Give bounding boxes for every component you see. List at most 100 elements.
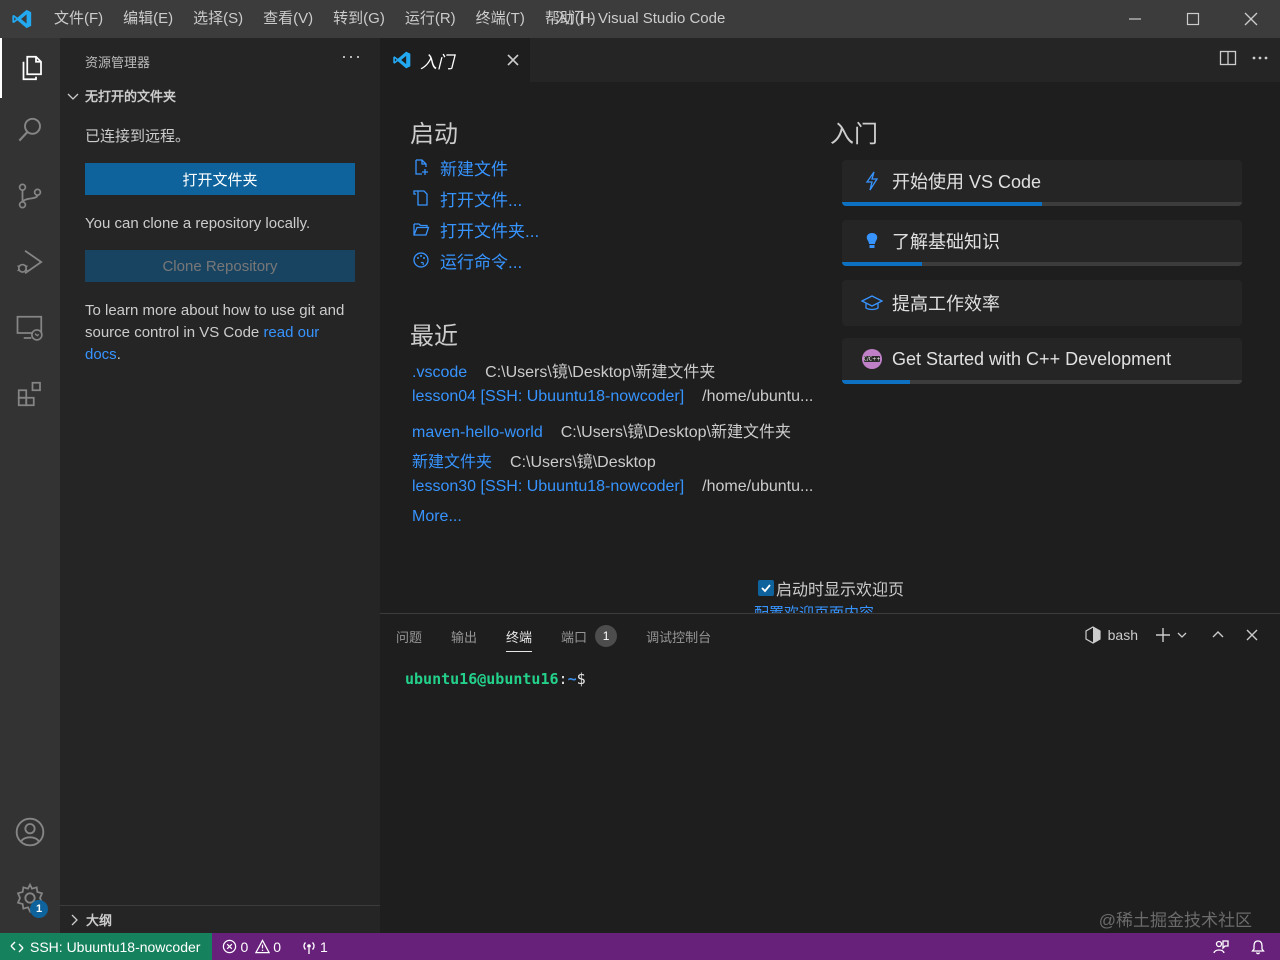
recent-item[interactable]: lesson30 [SSH: Ubuuntu18-nowcoder] /home/… (412, 478, 813, 500)
problems-indicator[interactable]: 0 0 (212, 939, 291, 955)
close-panel-icon[interactable] (1244, 627, 1260, 643)
remote-explorer-activity-button[interactable] (0, 298, 60, 358)
settings-badge: 1 (30, 900, 48, 918)
outline-title: 大纲 (86, 913, 113, 928)
learn-text: To learn more about how to use git and s… (85, 300, 355, 366)
menu-selection[interactable]: 选择(S) (183, 0, 253, 38)
plus-icon[interactable] (1154, 626, 1172, 644)
error-count: 0 (240, 938, 249, 955)
remote-shell-icon (1085, 626, 1101, 644)
shell-name: bash (1107, 627, 1138, 643)
walkthrough-card[interactable]: 提高工作效率 (842, 280, 1242, 326)
run-command-link[interactable]: 运行命令... (410, 248, 522, 272)
minimize-icon (1129, 18, 1141, 20)
remote-label: SSH: Ubuuntu18-nowcoder (30, 938, 201, 955)
remote-indicator[interactable]: SSH: Ubuuntu18-nowcoder (0, 933, 213, 960)
status-right (1212, 933, 1266, 960)
recent-name[interactable]: lesson04 [SSH: Ubuuntu18-nowcoder] (412, 388, 684, 405)
extensions-activity-button[interactable] (0, 364, 60, 424)
explorer-sidebar: 资源管理器 ··· 无打开的文件夹 已连接到远程。 打开文件夹 You can … (60, 38, 380, 933)
minimize-button[interactable] (1106, 0, 1164, 38)
window-controls (1106, 0, 1280, 38)
open-folder-button[interactable]: 打开文件夹 (85, 163, 355, 195)
new-file-link[interactable]: 新建文件 (410, 155, 508, 179)
recent-name[interactable]: lesson30 [SSH: Ubuuntu18-nowcoder] (412, 478, 684, 495)
ports-count: 1 (320, 938, 328, 955)
more-recent-link[interactable]: More... (412, 508, 462, 530)
recent-path: C:\Users\镜\Desktop\新建文件夹 (485, 364, 716, 381)
menu-terminal[interactable]: 终端(T) (466, 0, 535, 38)
more-label[interactable]: More... (412, 508, 462, 525)
source-control-activity-button[interactable] (0, 166, 60, 226)
tab-output[interactable]: 输出 (451, 614, 477, 658)
menu-file[interactable]: 文件(F) (44, 0, 113, 38)
explorer-activity-button[interactable] (0, 38, 60, 98)
feedback-icon[interactable] (1212, 938, 1230, 956)
configure-welcome-link[interactable]: 配置欢迎页面内容 (754, 602, 874, 613)
search-icon (18, 117, 41, 142)
menu-run[interactable]: 运行(R) (395, 0, 466, 38)
check-icon (761, 584, 771, 593)
clone-text: You can clone a repository locally. (85, 215, 311, 232)
folder-icon (410, 219, 432, 239)
more-actions-icon[interactable] (1250, 48, 1270, 68)
svg-text:C/C++: C/C++ (863, 357, 880, 363)
maximize-icon (1186, 12, 1200, 26)
activity-bar: 1 (0, 38, 60, 933)
sidebar-more-button[interactable]: ··· (341, 46, 362, 67)
recent-item[interactable]: 新建文件夹 C:\Users\镜\Desktop (412, 448, 656, 471)
ports-indicator[interactable]: 1 (291, 939, 338, 955)
tab-problems[interactable]: 问题 (396, 614, 422, 658)
remote-icon (10, 941, 24, 952)
recent-name[interactable]: maven-hello-world (412, 424, 543, 441)
mortarboard-icon (860, 291, 884, 315)
recent-name[interactable]: 新建文件夹 (412, 454, 492, 471)
manage-activity-button[interactable]: 1 (0, 868, 60, 928)
walkthrough-card[interactable]: C/C++ Get Started with C++ Development (842, 338, 1242, 384)
bell-icon[interactable] (1250, 939, 1266, 955)
ports-label: 端口 (561, 629, 588, 645)
no-folder-section[interactable]: 无打开的文件夹 (65, 86, 176, 105)
tab-ports[interactable]: 端口 1 (561, 614, 618, 658)
terminal-shell-selector[interactable]: bash (1084, 626, 1138, 644)
outline-section[interactable]: 大纲 (60, 905, 380, 933)
walkthrough-card[interactable]: 开始使用 VS Code (842, 160, 1242, 206)
recent-item[interactable]: .vscode C:\Users\镜\Desktop\新建文件夹 (412, 358, 716, 381)
walkthrough-card[interactable]: 了解基础知识 (842, 220, 1242, 266)
start-heading: 启动 (410, 121, 458, 148)
tab-terminal[interactable]: 终端 (506, 614, 533, 658)
sidebar-title: 资源管理器 (85, 55, 151, 70)
tab-debug-console[interactable]: 调试控制台 (646, 614, 711, 658)
menu-go[interactable]: 转到(G) (323, 0, 395, 38)
recent-item[interactable]: lesson04 [SSH: Ubuuntu18-nowcoder] /home/… (412, 388, 813, 410)
recent-path: C:\Users\镜\Desktop (510, 454, 656, 471)
menu-edit[interactable]: 编辑(E) (113, 0, 183, 38)
source-control-icon (18, 183, 42, 209)
run-command-label: 运行命令... (440, 252, 523, 272)
open-folder-link[interactable]: 打开文件夹... (410, 217, 539, 241)
clone-repository-button[interactable]: Clone Repository (85, 250, 355, 282)
new-file-icon (410, 157, 432, 177)
menu-view[interactable]: 查看(V) (253, 0, 323, 38)
startup-checkbox-row[interactable]: 启动时显示欢迎页 (758, 576, 904, 600)
accounts-activity-button[interactable] (0, 802, 60, 862)
ports-badge: 1 (595, 625, 618, 647)
maximize-button[interactable] (1164, 0, 1222, 38)
recent-name[interactable]: .vscode (412, 364, 467, 381)
walkthrough-progress (842, 202, 1242, 206)
split-editor-icon[interactable] (1218, 48, 1238, 68)
close-window-button[interactable] (1222, 0, 1280, 38)
startup-checkbox[interactable] (758, 580, 774, 596)
chevron-up-icon[interactable] (1210, 627, 1226, 643)
walkthrough-label: Get Started with C++ Development (892, 348, 1172, 369)
tab-close-icon[interactable] (506, 53, 520, 67)
tab-welcome[interactable]: 入门 (380, 38, 530, 82)
chevron-down-icon[interactable] (1176, 629, 1188, 641)
title-bar: 文件(F) 编辑(E) 选择(S) 查看(V) 转到(G) 运行(R) 终端(T… (0, 0, 1280, 38)
run-debug-activity-button[interactable] (0, 232, 60, 292)
terminal-output[interactable]: ubuntu16@ubuntu16:~$ (405, 670, 586, 688)
recent-item[interactable]: maven-hello-world C:\Users\镜\Desktop\新建文件… (412, 418, 791, 441)
open-file-link[interactable]: 打开文件... (410, 186, 522, 210)
search-activity-button[interactable] (0, 100, 60, 160)
walkthrough-progress (842, 380, 1242, 384)
